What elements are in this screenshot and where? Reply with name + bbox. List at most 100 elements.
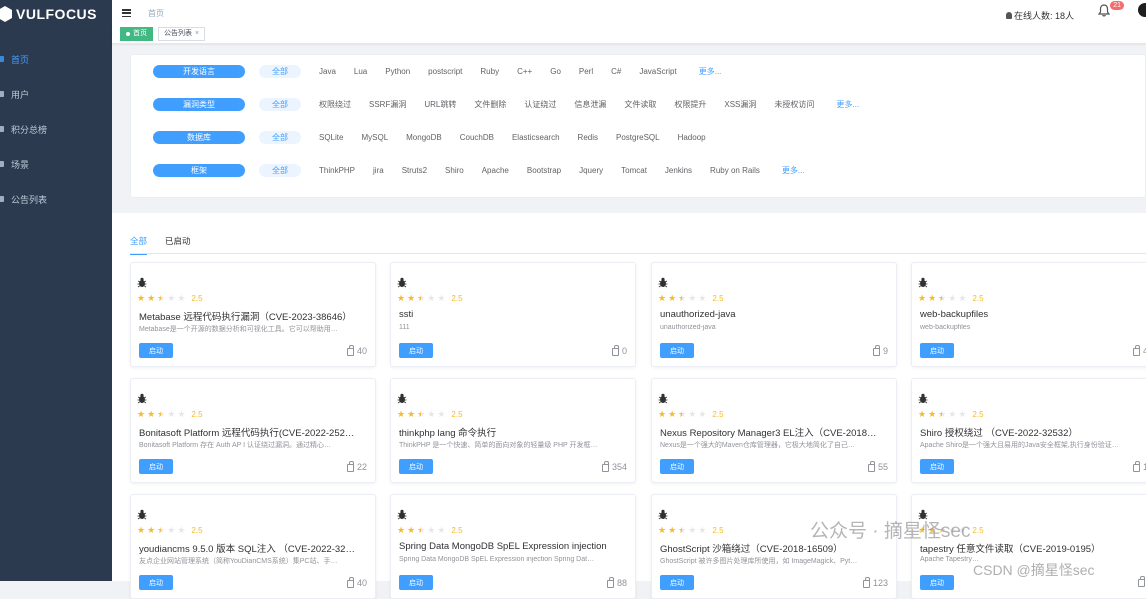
sidebar-item-scenes[interactable]: 场景 (0, 147, 112, 182)
filter-option[interactable]: Jquery (579, 166, 603, 175)
card-title[interactable]: Metabase 远程代码执行漏洞（CVE-2023-38646） (139, 309, 352, 323)
filter-more-link[interactable]: 更多... (836, 99, 859, 110)
card-title[interactable]: Shiro 授权绕过 （CVE-2022-32532） (920, 425, 1078, 439)
start-button[interactable]: 启动 (399, 343, 433, 358)
star-icon[interactable]: ★ (397, 526, 405, 535)
star-icon[interactable]: ★ (407, 294, 415, 303)
star-icon[interactable]: ★ (918, 526, 926, 535)
filter-option[interactable]: PostgreSQL (616, 133, 660, 142)
filter-category[interactable]: 框架 (153, 163, 245, 177)
filter-option[interactable]: Ruby on Rails (710, 166, 760, 175)
tag-home[interactable]: 首页 (120, 27, 153, 41)
card-title[interactable]: youdiancms 9.5.0 版本 SQL注入 （CVE-2022-32… (139, 541, 355, 555)
filter-option[interactable]: Elasticsearch (512, 133, 560, 142)
star-icon[interactable]: ★ (958, 526, 966, 535)
star-icon[interactable]: ★ (948, 294, 956, 303)
filter-option[interactable]: Bootstrap (527, 166, 561, 175)
filter-option[interactable]: Hadoop (678, 133, 706, 142)
filter-option[interactable]: Lua (354, 67, 367, 76)
star-icon[interactable]: ★ (918, 294, 926, 303)
filter-option[interactable]: Apache (482, 166, 509, 175)
star-icon[interactable]: ★ (948, 526, 956, 535)
start-button[interactable]: 启动 (139, 459, 173, 474)
filter-option[interactable]: jira (373, 166, 384, 175)
vuln-card[interactable]: ★ ★ ★ ★ ★ 2.5 unauthorized-java unauthorized-ja… (651, 262, 897, 367)
start-button[interactable]: 启动 (920, 343, 954, 358)
card-title[interactable]: thinkphp lang 命令执行 (399, 425, 496, 439)
filter-option[interactable]: Perl (579, 67, 593, 76)
filter-option[interactable]: C++ (517, 67, 532, 76)
breadcrumb[interactable]: 首页 (148, 8, 164, 19)
filter-option[interactable]: Jenkins (665, 166, 692, 175)
star-icon[interactable]: ★ (157, 410, 165, 419)
filter-option[interactable]: 未授权访问 (774, 99, 814, 110)
card-title[interactable]: GhostScript 沙箱绕过（CVE-2018-16509） (660, 541, 843, 555)
filter-category[interactable]: 开发语言 (153, 64, 245, 78)
start-button[interactable]: 启动 (399, 575, 433, 590)
close-icon[interactable]: × (195, 28, 199, 40)
start-button[interactable]: 启动 (660, 343, 694, 358)
sidebar-item-leaderboard[interactable]: 积分总榜 (0, 112, 112, 147)
filter-option[interactable]: Ruby (480, 67, 499, 76)
star-icon[interactable]: ★ (948, 410, 956, 419)
star-icon[interactable]: ★ (397, 410, 405, 419)
card-title[interactable]: ssti (399, 309, 413, 320)
avatar[interactable] (1138, 3, 1146, 17)
start-button[interactable]: 启动 (920, 575, 954, 590)
filter-option[interactable]: 文件删除 (474, 99, 506, 110)
start-button[interactable]: 启动 (660, 575, 694, 590)
filter-option[interactable]: MongoDB (406, 133, 442, 142)
filter-more-link[interactable]: 更多... (699, 66, 722, 77)
star-icon[interactable]: ★ (157, 526, 165, 535)
start-button[interactable]: 启动 (139, 575, 173, 590)
star-icon[interactable]: ★ (437, 526, 445, 535)
star-icon[interactable]: ★ (437, 294, 445, 303)
star-icon[interactable]: ★ (147, 410, 155, 419)
filter-category[interactable]: 漏洞类型 (153, 97, 245, 111)
filter-option[interactable]: 权限绕过 (319, 99, 351, 110)
star-icon[interactable]: ★ (658, 410, 666, 419)
vuln-card[interactable]: ★ ★ ★ ★ ★ 2.5 tapestry 任意文件读取（CVE-2019-0195） Ap… (911, 494, 1146, 599)
filter-option[interactable]: SSRF漏洞 (369, 99, 406, 110)
star-icon[interactable]: ★ (958, 294, 966, 303)
star-icon[interactable]: ★ (397, 294, 405, 303)
tab-all[interactable]: 全部 (130, 235, 148, 255)
filter-option[interactable]: 文件读取 (624, 99, 656, 110)
card-title[interactable]: Bonitasoft Platform 远程代码执行(CVE-2022-252… (139, 425, 354, 439)
filter-option[interactable]: Python (385, 67, 410, 76)
start-button[interactable]: 启动 (399, 459, 433, 474)
tab-started[interactable]: 已启动 (165, 235, 191, 255)
card-title[interactable]: Spring Data MongoDB SpEL Expression inje… (399, 541, 607, 552)
star-icon[interactable]: ★ (137, 294, 145, 303)
vuln-card[interactable]: ★ ★ ★ ★ ★ 2.5 Bonitasoft Platform 远程代码执行(CVE-2… (130, 378, 376, 483)
vuln-card[interactable]: ★ ★ ★ ★ ★ 2.5 ssti 111 启动 0 (390, 262, 636, 367)
start-button[interactable]: 启动 (660, 459, 694, 474)
star-icon[interactable]: ★ (928, 410, 936, 419)
bell-icon[interactable] (1097, 4, 1111, 17)
vuln-card[interactable]: ★ ★ ★ ★ ★ 2.5 Metabase 远程代码执行漏洞（CVE-2023-38646… (130, 262, 376, 367)
filter-option[interactable]: MySQL (361, 133, 388, 142)
vuln-card[interactable]: ★ ★ ★ ★ ★ 2.5 Shiro 授权绕过 （CVE-2022-32532） Apach… (911, 378, 1146, 483)
vuln-card[interactable]: ★ ★ ★ ★ ★ 2.5 Spring Data MongoDB SpEL Express… (390, 494, 636, 599)
star-icon[interactable]: ★ (147, 526, 155, 535)
filter-option[interactable]: 认证绕过 (524, 99, 556, 110)
filter-option[interactable]: 信息泄漏 (574, 99, 606, 110)
star-icon[interactable]: ★ (678, 410, 686, 419)
star-icon[interactable]: ★ (407, 526, 415, 535)
star-icon[interactable]: ★ (137, 526, 145, 535)
star-icon[interactable]: ★ (688, 526, 696, 535)
star-icon[interactable]: ★ (938, 294, 946, 303)
vuln-card[interactable]: ★ ★ ★ ★ ★ 2.5 thinkphp lang 命令执行 ThinkPHP 是一个快速… (390, 378, 636, 483)
filter-option[interactable]: Go (550, 67, 561, 76)
filter-option[interactable]: Tomcat (621, 166, 647, 175)
star-icon[interactable]: ★ (698, 294, 706, 303)
star-icon[interactable]: ★ (688, 410, 696, 419)
card-title[interactable]: tapestry 任意文件读取（CVE-2019-0195） (920, 541, 1101, 555)
vuln-card[interactable]: ★ ★ ★ ★ ★ 2.5 GhostScript 沙箱绕过（CVE-2018-16509）… (651, 494, 897, 599)
filter-more-link[interactable]: 更多... (782, 165, 805, 176)
filter-option[interactable]: postscript (428, 67, 462, 76)
star-icon[interactable]: ★ (177, 526, 185, 535)
tag-notices[interactable]: 公告列表 × (158, 27, 206, 41)
filter-option[interactable]: JavaScript (639, 67, 676, 76)
star-icon[interactable]: ★ (427, 526, 435, 535)
